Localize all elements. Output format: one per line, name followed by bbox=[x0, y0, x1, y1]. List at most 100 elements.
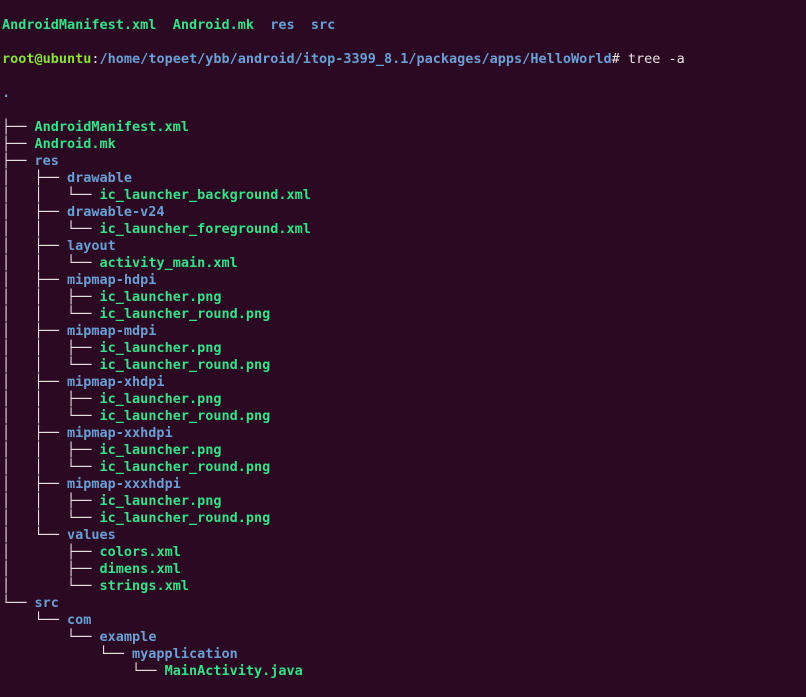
tree-branch: └── bbox=[2, 629, 100, 645]
tree-line: └── src bbox=[2, 595, 804, 612]
tree-line: │ ├── mipmap-xxhdpi bbox=[2, 425, 804, 442]
tree-dir: mipmap-hdpi bbox=[67, 272, 156, 288]
tree-file: ic_launcher_round.png bbox=[100, 408, 271, 424]
prompt-line: root@ubuntu:/home/topeet/ybb/android/ito… bbox=[2, 51, 804, 68]
tree-branch: │ │ └── bbox=[2, 510, 100, 526]
tree-line: │ │ └── ic_launcher_round.png bbox=[2, 357, 804, 374]
tree-dir: myapplication bbox=[132, 646, 238, 662]
tree-line: ├── AndroidManifest.xml bbox=[2, 119, 804, 136]
prompt-path: /home/topeet/ybb/android/itop-3399_8.1/p… bbox=[100, 51, 612, 67]
tree-branch: │ │ ├── bbox=[2, 493, 100, 509]
prompt-user-host: root@ubuntu bbox=[2, 51, 91, 67]
tree-line: │ │ ├── ic_launcher.png bbox=[2, 442, 804, 459]
tree-dir: mipmap-xxxhdpi bbox=[67, 476, 181, 492]
tree-line: │ │ └── ic_launcher_round.png bbox=[2, 459, 804, 476]
ls-item: res bbox=[270, 17, 294, 33]
tree-file: Android.mk bbox=[35, 136, 116, 152]
tree-line: │ │ ├── ic_launcher.png bbox=[2, 289, 804, 306]
tree-line: │ ├── colors.xml bbox=[2, 544, 804, 561]
tree-dir: src bbox=[35, 595, 59, 611]
tree-branch: └── bbox=[2, 663, 165, 679]
tree-output: ├── AndroidManifest.xml├── Android.mk├──… bbox=[2, 119, 804, 680]
tree-dir: com bbox=[67, 612, 91, 628]
tree-branch: │ │ └── bbox=[2, 255, 100, 271]
tree-branch: └── bbox=[2, 612, 67, 628]
tree-line: └── MainActivity.java bbox=[2, 663, 804, 680]
tree-dir: layout bbox=[67, 238, 116, 254]
tree-line: │ ├── mipmap-xxxhdpi bbox=[2, 476, 804, 493]
tree-line: │ ├── drawable-v24 bbox=[2, 204, 804, 221]
tree-file: ic_launcher.png bbox=[100, 442, 222, 458]
tree-file: ic_launcher.png bbox=[100, 391, 222, 407]
tree-line: │ │ ├── ic_launcher.png bbox=[2, 391, 804, 408]
tree-branch: │ ├── bbox=[2, 374, 67, 390]
tree-file: ic_launcher.png bbox=[100, 493, 222, 509]
tree-branch: │ ├── bbox=[2, 476, 67, 492]
tree-branch: │ ├── bbox=[2, 272, 67, 288]
tree-file: ic_launcher_round.png bbox=[100, 510, 271, 526]
tree-line: │ └── strings.xml bbox=[2, 578, 804, 595]
tree-file: ic_launcher_round.png bbox=[100, 459, 271, 475]
tree-line: │ │ └── ic_launcher_round.png bbox=[2, 306, 804, 323]
terminal[interactable]: AndroidManifest.xml Android.mk res src r… bbox=[0, 0, 806, 697]
tree-file: ic_launcher_round.png bbox=[100, 306, 271, 322]
tree-branch: ├── bbox=[2, 136, 35, 152]
tree-line: │ │ └── ic_launcher_background.xml bbox=[2, 187, 804, 204]
tree-branch: │ │ ├── bbox=[2, 289, 100, 305]
ls-item: src bbox=[311, 17, 335, 33]
ls-output-line: AndroidManifest.xml Android.mk res src bbox=[2, 17, 804, 34]
tree-line: │ │ ├── ic_launcher.png bbox=[2, 340, 804, 357]
tree-branch: └── bbox=[2, 595, 35, 611]
tree-file: dimens.xml bbox=[100, 561, 181, 577]
tree-file: colors.xml bbox=[100, 544, 181, 560]
tree-branch: │ └── bbox=[2, 578, 100, 594]
tree-branch: │ │ ├── bbox=[2, 340, 100, 356]
tree-branch: │ ├── bbox=[2, 238, 67, 254]
tree-branch: │ │ ├── bbox=[2, 391, 100, 407]
ls-item: Android.mk bbox=[173, 17, 254, 33]
tree-branch: │ ├── bbox=[2, 204, 67, 220]
tree-line: └── example bbox=[2, 629, 804, 646]
tree-file: ic_launcher.png bbox=[100, 340, 222, 356]
tree-branch: │ │ └── bbox=[2, 221, 100, 237]
tree-dir: drawable-v24 bbox=[67, 204, 165, 220]
tree-dir: example bbox=[100, 629, 157, 645]
prompt-symbol: # bbox=[612, 51, 620, 67]
tree-branch: │ ├── bbox=[2, 170, 67, 186]
tree-line: │ └── values bbox=[2, 527, 804, 544]
tree-branch: │ │ └── bbox=[2, 187, 100, 203]
tree-line: └── myapplication bbox=[2, 646, 804, 663]
tree-dir: values bbox=[67, 527, 116, 543]
tree-line: │ │ └── ic_launcher_foreground.xml bbox=[2, 221, 804, 238]
tree-line: │ ├── drawable bbox=[2, 170, 804, 187]
tree-branch: │ │ └── bbox=[2, 357, 100, 373]
tree-file: MainActivity.java bbox=[165, 663, 303, 679]
tree-branch: ├── bbox=[2, 153, 35, 169]
tree-file: ic_launcher_round.png bbox=[100, 357, 271, 373]
tree-line: │ │ └── ic_launcher_round.png bbox=[2, 408, 804, 425]
tree-file: strings.xml bbox=[100, 578, 189, 594]
tree-line: │ ├── mipmap-mdpi bbox=[2, 323, 804, 340]
tree-branch: │ │ └── bbox=[2, 306, 100, 322]
tree-line: │ ├── layout bbox=[2, 238, 804, 255]
tree-line: │ │ ├── ic_launcher.png bbox=[2, 493, 804, 510]
tree-line: │ │ └── ic_launcher_round.png bbox=[2, 510, 804, 527]
tree-branch: │ │ ├── bbox=[2, 442, 100, 458]
tree-line: │ ├── mipmap-xhdpi bbox=[2, 374, 804, 391]
tree-line: │ ├── dimens.xml bbox=[2, 561, 804, 578]
tree-dir: mipmap-xhdpi bbox=[67, 374, 165, 390]
tree-file: activity_main.xml bbox=[100, 255, 238, 271]
tree-dir: res bbox=[35, 153, 59, 169]
tree-file: ic_launcher_background.xml bbox=[100, 187, 311, 203]
tree-line: ├── res bbox=[2, 153, 804, 170]
tree-line: │ ├── mipmap-hdpi bbox=[2, 272, 804, 289]
tree-file: ic_launcher.png bbox=[100, 289, 222, 305]
tree-branch: │ └── bbox=[2, 527, 67, 543]
tree-file: ic_launcher_foreground.xml bbox=[100, 221, 311, 237]
tree-branch: └── bbox=[2, 646, 132, 662]
tree-line: ├── Android.mk bbox=[2, 136, 804, 153]
tree-branch: │ ├── bbox=[2, 544, 100, 560]
tree-branch: ├── bbox=[2, 119, 35, 135]
tree-root: . bbox=[2, 85, 804, 102]
tree-file: AndroidManifest.xml bbox=[35, 119, 189, 135]
